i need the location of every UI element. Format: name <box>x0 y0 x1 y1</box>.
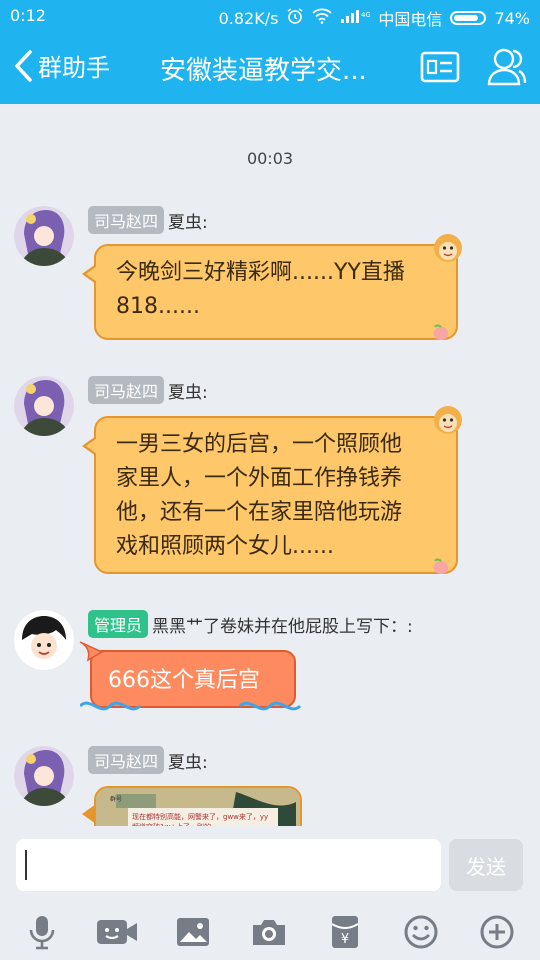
message-text: 666这个真后宫 <box>108 668 260 693</box>
network-speed: 0.82K/s <box>218 8 279 28</box>
group-members-icon <box>487 48 527 86</box>
image-message[interactable]: 现在都特别高能，网警来了，gww来了，yy频道突破1w+上了，别的 群号 <box>94 786 302 826</box>
emoji-icon <box>404 915 438 949</box>
sender-line: 管理员 黑黑艹了卷妹并在他屁股上写下：: <box>88 610 413 638</box>
wifi-icon <box>312 8 333 28</box>
plus-icon <box>480 915 514 949</box>
image-icon <box>177 918 209 946</box>
camera-icon <box>253 920 285 945</box>
network-type: 4G <box>361 11 370 19</box>
message-text-line: 家里人，一个外面工作挣钱养 <box>116 466 403 491</box>
group-profile-button[interactable] <box>420 50 460 84</box>
svg-text:¥: ¥ <box>341 932 349 947</box>
chat-timestamp: 00:03 <box>246 149 294 168</box>
chat-title: 安徽装逼教学交... <box>160 56 367 86</box>
message-text-line: 今晚剑三好精彩啊......YY直播 <box>116 260 405 285</box>
sender-name: 夏虫: <box>168 382 208 403</box>
battery-icon <box>450 11 487 25</box>
monkey-decoration-icon <box>434 406 462 434</box>
microphone-icon <box>29 916 55 950</box>
peach-decoration-icon <box>433 324 449 340</box>
member-tag: 司马赵四 <box>88 376 165 404</box>
camera-button[interactable] <box>247 910 291 954</box>
carrier-name: 中国电信 <box>378 10 443 29</box>
more-options-button[interactable] <box>475 910 519 954</box>
bubble-tail <box>82 804 96 824</box>
battery-percent: 74% <box>494 8 530 28</box>
avatar[interactable] <box>14 206 74 266</box>
sender-line: 司马赵四 夏虫: <box>88 376 208 404</box>
status-time: 0:12 <box>10 6 46 25</box>
admin-tag: 管理员 <box>88 610 149 638</box>
message-text-line: 他，还有一个在家里陪他玩游 <box>116 500 403 525</box>
send-button[interactable]: 发送 <box>449 839 523 891</box>
image-button[interactable] <box>171 910 215 954</box>
avatar[interactable] <box>14 610 74 670</box>
image-text: 现在都特别高能，网警来了，gww来了，yy频道突破1w+上了，别的 <box>132 813 269 826</box>
battery-fill <box>454 15 479 21</box>
input-toolbar: ¥ <box>0 904 540 960</box>
monkey-decoration-icon <box>434 234 462 262</box>
group-members-button[interactable] <box>486 44 528 90</box>
chat-area[interactable]: 00:03 司马赵四 夏虫: 今晚剑三好精彩啊......YY直播 818...… <box>0 104 540 826</box>
emoji-button[interactable] <box>399 910 443 954</box>
avatar[interactable] <box>14 746 74 806</box>
status-bar: 0:12 0.82K/s 4G 中国电信 74% <box>0 0 540 32</box>
message-input[interactable] <box>16 839 441 891</box>
text-caret <box>25 850 27 880</box>
input-bar: 发送 <box>0 826 540 904</box>
sender-line: 司马赵四 夏虫: <box>88 206 208 234</box>
avatar[interactable] <box>14 376 74 436</box>
wave-decoration-icon <box>80 701 302 711</box>
image-text: 群号 <box>110 796 123 803</box>
video-call-button[interactable] <box>95 910 139 954</box>
back-button[interactable]: 群助手 <box>12 48 110 83</box>
sender-name: 夏虫: <box>168 752 208 773</box>
member-tag: 司马赵四 <box>88 206 165 234</box>
sender-line: 司马赵四 夏虫: <box>88 746 208 774</box>
back-label: 群助手 <box>38 54 110 82</box>
message-text-line: 818...... <box>116 294 200 319</box>
fish-tail-icon <box>79 641 104 662</box>
sender-name: 黑黑艹了卷妹并在他屁股上写下：: <box>152 616 413 637</box>
chevron-left-icon <box>15 49 32 82</box>
sender-name: 夏虫: <box>168 212 208 233</box>
red-packet-icon: ¥ <box>331 916 359 948</box>
message-text-line: 戏和照顾两个女儿...... <box>116 534 334 559</box>
member-tag: 司马赵四 <box>88 746 165 774</box>
signal-icon: 4G <box>340 8 371 28</box>
red-packet-button[interactable]: ¥ <box>323 910 367 954</box>
message-bubble[interactable]: 一男三女的后宫，一个照顾他 家里人，一个外面工作挣钱养 他，还有一个在家里陪他玩… <box>82 406 462 574</box>
peach-decoration-icon <box>433 558 449 574</box>
alarm-icon <box>286 7 304 29</box>
message-text-line: 一男三女的后宫，一个照顾他 <box>116 432 403 457</box>
message-bubble[interactable]: 今晚剑三好精彩啊......YY直播 818...... <box>82 234 462 340</box>
nav-bar: 群助手 安徽装逼教学交... <box>0 32 540 104</box>
microphone-button[interactable] <box>20 910 64 954</box>
video-call-icon <box>97 920 137 944</box>
id-card-icon <box>420 51 460 83</box>
